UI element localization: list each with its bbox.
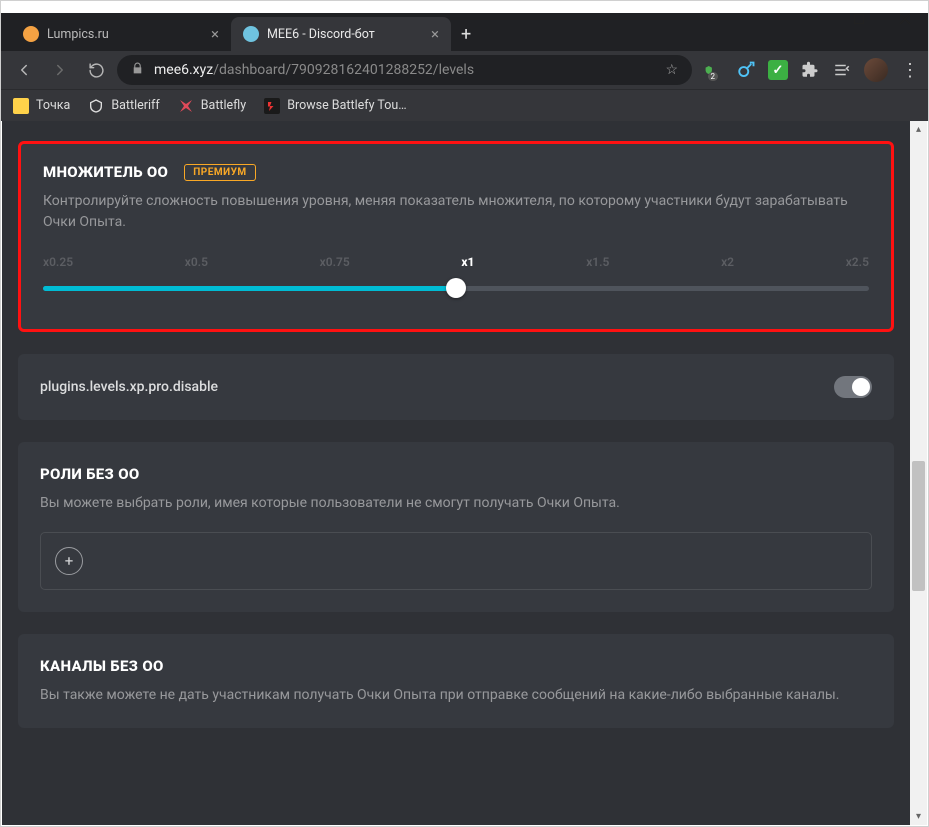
bookmark-label: Battlefly (201, 98, 246, 113)
roles-no-xp-card: РОЛИ БЕЗ ОО Вы можете выбрать роли, имея… (18, 442, 894, 612)
browser-window: Lumpics.ru × MEE6 - Discord-бот × + mee6… (0, 0, 929, 827)
bookmark-icon (264, 98, 280, 114)
maximize-button[interactable] (836, 3, 882, 35)
slider-tick: x1.5 (586, 255, 609, 269)
menu-icon[interactable]: ⋮ (900, 60, 920, 80)
bookmarks-bar: Точка Battleriff Battlefly Browse Battle… (1, 89, 928, 121)
page-content: МНОЖИТЕЛЬ ОО ПРЕМИУМ Контролируйте сложн… (2, 121, 910, 825)
slider-tick: x1 (461, 255, 474, 269)
slider-tick: x0.25 (43, 255, 73, 269)
scroll-up-icon[interactable]: ▴ (910, 121, 927, 138)
channels-no-xp-card: КАНАЛЫ БЕЗ ОО Вы также можете не дать уч… (18, 634, 894, 728)
slider-tick: x0.75 (320, 255, 350, 269)
reload-button[interactable] (81, 55, 111, 85)
premium-badge: ПРЕМИУМ (184, 164, 255, 181)
bookmark-label: Точка (36, 98, 70, 113)
tab-mee6[interactable]: MEE6 - Discord-бот × (231, 17, 451, 51)
section-description: Контролируйте сложность повышения уровня… (43, 191, 869, 233)
profile-avatar[interactable] (864, 58, 888, 82)
bookmark-icon (88, 98, 104, 114)
section-title: РОЛИ БЕЗ ОО (40, 465, 140, 483)
back-button[interactable] (9, 55, 39, 85)
new-tab-button[interactable]: + (451, 24, 481, 51)
bookmark-icon (13, 98, 29, 114)
roles-picker[interactable]: + (40, 532, 872, 590)
tab-strip: Lumpics.ru × MEE6 - Discord-бот × + (1, 13, 928, 51)
tab-title: Lumpics.ru (47, 27, 109, 42)
extension-icon[interactable]: ✓ (768, 60, 788, 80)
extension-area: 2 ✓ ⋮ (698, 58, 920, 82)
window-controls (790, 3, 928, 35)
section-description: Вы также можете не дать участникам получ… (40, 685, 872, 706)
disable-xp-toggle[interactable] (834, 376, 872, 398)
toolbar: mee6.xyz/dashboard/790928162401288252/le… (1, 51, 928, 89)
close-button[interactable] (882, 3, 928, 35)
scrollbar[interactable]: ▴ ▾ (910, 121, 927, 825)
bookmark-label: Battleriff (111, 98, 159, 113)
slider-tick-labels: x0.25 x0.5 x0.75 x1 x1.5 x2 x2.5 (43, 255, 869, 269)
bookmark-battlefy[interactable]: Browse Battlefy Tou… (264, 98, 406, 114)
slider-tick: x2 (721, 255, 734, 269)
page-viewport: МНОЖИТЕЛЬ ОО ПРЕМИУМ Контролируйте сложн… (2, 121, 927, 825)
extension-icon[interactable]: 2 (704, 60, 724, 80)
lock-icon (131, 62, 144, 78)
disable-xp-card: plugins.levels.xp.pro.disable (18, 354, 894, 420)
address-bar[interactable]: mee6.xyz/dashboard/790928162401288252/le… (117, 55, 692, 85)
slider-thumb[interactable] (446, 278, 466, 298)
minimize-button[interactable] (790, 3, 836, 35)
multiplier-card: МНОЖИТЕЛЬ ОО ПРЕМИУМ Контролируйте сложн… (18, 141, 894, 332)
section-title: МНОЖИТЕЛЬ ОО (43, 163, 168, 181)
bookmark-label: Browse Battlefy Tou… (287, 98, 406, 113)
toggle-label: plugins.levels.xp.pro.disable (40, 379, 218, 395)
bookmark-battlefly[interactable]: Battlefly (178, 98, 246, 114)
section-description: Вы можете выбрать роли, имея которые пол… (40, 493, 872, 514)
forward-button[interactable] (45, 55, 75, 85)
slider-fill (43, 286, 456, 291)
section-title: КАНАЛЫ БЕЗ ОО (40, 657, 164, 675)
tab-lumpics[interactable]: Lumpics.ru × (11, 17, 231, 51)
extension-icon[interactable] (736, 60, 756, 80)
url-text: mee6.xyz/dashboard/790928162401288252/le… (154, 62, 655, 78)
slider-tick: x0.5 (185, 255, 208, 269)
favicon-icon (243, 26, 259, 42)
bookmark-icon (178, 98, 194, 114)
scroll-down-icon[interactable]: ▾ (910, 808, 927, 825)
bookmark-tochka[interactable]: Точка (13, 98, 70, 114)
toggle-knob (852, 378, 870, 396)
close-icon[interactable]: × (431, 25, 439, 43)
add-role-button[interactable]: + (55, 547, 83, 575)
bookmark-battleriff[interactable]: Battleriff (88, 98, 159, 114)
close-icon[interactable]: × (211, 25, 219, 43)
titlebar (1, 1, 928, 13)
scrollbar-thumb[interactable] (912, 461, 925, 591)
favicon-icon (23, 26, 39, 42)
extensions-menu-icon[interactable] (800, 60, 820, 80)
reading-list-icon[interactable] (832, 60, 852, 80)
tab-title: MEE6 - Discord-бот (267, 27, 375, 42)
star-icon[interactable]: ☆ (665, 62, 678, 78)
slider-tick: x2.5 (846, 255, 869, 269)
xp-multiplier-slider[interactable] (43, 277, 869, 299)
